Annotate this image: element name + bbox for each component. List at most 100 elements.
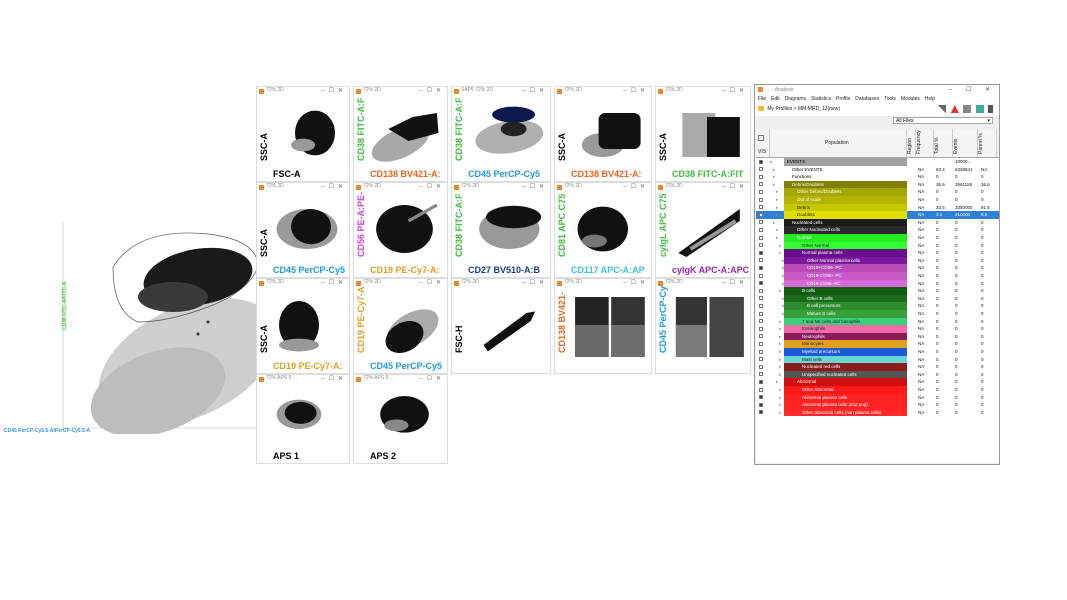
table-row[interactable]: ▸ Other EVENTS NA 63.4 6338841 NA — [756, 165, 999, 174]
visibility-checkbox[interactable] — [759, 182, 763, 187]
visibility-checkbox[interactable] — [759, 281, 763, 286]
column-region[interactable]: Region — [907, 129, 916, 157]
population-name[interactable]: CD19-CD56- PC — [784, 279, 907, 288]
alert-icon[interactable] — [950, 105, 959, 113]
expand-icon[interactable]: ▸ — [773, 173, 775, 181]
table-row[interactable]: ▸Other Normal plasma cellsNA000 — [756, 256, 999, 265]
table-row[interactable]: ▸CD19+CD56- PCNA000 — [756, 264, 999, 272]
column-events[interactable]: Events — [953, 129, 978, 157]
visibility-checkbox[interactable] — [759, 258, 763, 263]
window-title-bar[interactable]: ... - Analysis – ☐ ✕ — [755, 85, 999, 95]
panel-window-controls[interactable]: –☐✕ — [419, 279, 445, 286]
table-row[interactable]: ▸ Other Debris/Doublets NA 0 0 0 — [756, 188, 999, 196]
dot-plot-panel[interactable]: 72% 2D –☐✕ CD19 PE-Cy7-A: SSC-A — [256, 278, 350, 374]
panel-title-bar[interactable]: 72% 2D –☐✕ — [452, 183, 550, 192]
table-row[interactable]: ▸ Debris/Doublets NA 36.6 3661159 36.6 — [756, 180, 999, 189]
dot-plot-panel[interactable]: 72% 2D –☐✕ FSC-A SSC-A — [256, 86, 350, 182]
dot-plot-panel[interactable]: 72% 2D –☐✕ CD45 PerCP-Cy5 SSC-A — [256, 182, 350, 278]
visibility-checkbox[interactable] — [759, 387, 763, 392]
table-row[interactable]: ▸Other B cellsNA000 — [756, 294, 999, 303]
table-row[interactable]: ▸ Nucleated red cells NA 0 0 0 — [756, 363, 999, 371]
visibility-checkbox[interactable] — [759, 372, 763, 377]
visibility-checkbox[interactable] — [759, 364, 763, 369]
table-row[interactable]: ▸ Abnormal plasma cells NA 0 0 0 — [756, 393, 999, 402]
population-name[interactable]: B cells — [784, 287, 907, 295]
visibility-checkbox[interactable] — [759, 402, 763, 407]
menu-item-help[interactable]: Help — [925, 96, 935, 102]
population-name[interactable]: Other abnormal cells (non plasma cells) — [784, 408, 907, 417]
expand-icon[interactable]: ▸ — [776, 234, 778, 242]
panel-window-controls[interactable]: –☐✕ — [522, 279, 548, 286]
table-row[interactable]: ▸ T and NK cells and basophils NA 0 0 0 — [756, 317, 999, 326]
column-vis[interactable]: VIS — [756, 129, 770, 157]
visibility-checkbox[interactable] — [759, 235, 763, 240]
panel-title-bar[interactable]: 72% 2D –☐✕ — [257, 183, 349, 192]
expand-icon[interactable]: ▸ — [779, 340, 781, 348]
population-name[interactable]: Debris — [784, 203, 907, 212]
visibility-checkbox[interactable] — [759, 212, 763, 217]
expand-icon[interactable]: ▸ — [773, 219, 775, 227]
file-filter-select[interactable]: All Files ▾ — [893, 117, 993, 124]
population-name[interactable]: Debris/Doublets — [784, 180, 907, 189]
expand-icon[interactable]: ▸ — [770, 158, 772, 166]
population-name[interactable]: Mast cells — [784, 355, 907, 364]
table-row[interactable]: ▸ Functions NA 0 0 0 — [756, 173, 999, 181]
population-name[interactable]: Other Nucleated cells — [784, 226, 907, 234]
population-name[interactable]: Other EVENTS — [784, 165, 907, 174]
panel-title-bar[interactable]: 72% 2D –☐✕ — [656, 279, 750, 288]
population-name[interactable]: CD19+CD56- PC — [784, 264, 907, 272]
expand-icon[interactable]: ▸ — [773, 166, 775, 174]
breadcrumb-text[interactable]: My Profiles > MM-MRD_12(new) — [767, 106, 840, 112]
dot-plot-panel[interactable]: 72% 2D –☐✕ CD45 PerCP-Cy5 CD19 PE-Cy7-A — [353, 278, 448, 374]
table-row[interactable]: ▸ EVENTS 10000... — [756, 158, 999, 166]
panel-window-controls[interactable]: –☐✕ — [321, 183, 347, 190]
dot-plot-panel[interactable]: 72% 2D –☐✕ CD138 BV421-A: SSC-A — [554, 86, 652, 182]
expand-icon[interactable]: ▸ — [779, 401, 781, 409]
population-name[interactable]: Other Normal plasma cells — [784, 256, 907, 265]
visibility-checkbox[interactable] — [759, 311, 763, 316]
panel-window-controls[interactable]: –☐✕ — [623, 279, 649, 286]
table-row[interactable]: ▸ Unspecified nucleated cells NA 0 0 0 — [756, 370, 999, 379]
visibility-checkbox[interactable] — [759, 273, 763, 278]
expand-icon[interactable]: ▸ — [779, 325, 781, 333]
warning-icon[interactable] — [938, 105, 947, 113]
visibility-checkbox[interactable] — [759, 250, 763, 255]
panel-window-controls[interactable]: –☐✕ — [623, 183, 649, 190]
panel-window-controls[interactable]: –☐✕ — [522, 87, 548, 94]
visibility-checkbox[interactable] — [759, 357, 763, 362]
visibility-checkbox[interactable] — [759, 326, 763, 331]
expand-icon[interactable]: ▸ — [779, 242, 781, 250]
expand-icon[interactable]: ▸ — [779, 348, 781, 356]
population-table[interactable]: VIS Population Region Frequency Total % … — [756, 129, 999, 463]
table-row[interactable]: ▸ Mast cells NA 0 0 0 — [756, 355, 999, 364]
expand-icon[interactable]: ▸ — [779, 333, 781, 341]
visibility-checkbox[interactable] — [759, 379, 763, 384]
population-name[interactable]: Doublets — [784, 211, 907, 219]
expand-icon[interactable]: ▸ — [776, 204, 778, 212]
panel-window-controls[interactable]: –☐✕ — [419, 375, 445, 382]
menu-item-profile[interactable]: Profile — [836, 96, 850, 102]
expand-icon[interactable]: ▸ — [779, 394, 781, 402]
population-name[interactable]: B cell precursors — [784, 302, 907, 310]
sort-icon[interactable] — [988, 105, 993, 113]
population-name[interactable]: Monocytes — [784, 340, 907, 348]
table-row[interactable]: ▸ Abnormal plasma cells (2nd pop) NA 0 0 0 — [756, 401, 999, 409]
menu-item-databases[interactable]: Databases — [855, 96, 879, 102]
column-parent[interactable]: Parent % — [978, 129, 997, 157]
population-name[interactable]: Abnormal — [784, 378, 907, 386]
expand-icon[interactable]: ▸ — [773, 181, 775, 189]
visibility-checkbox[interactable] — [759, 288, 763, 293]
visibility-checkbox[interactable] — [759, 220, 763, 225]
panel-title-bar[interactable]: 72% 2D –☐✕ — [452, 279, 550, 288]
panel-title-bar[interactable]: 72% 2D –☐✕ — [656, 183, 750, 192]
visibility-checkbox[interactable] — [759, 159, 763, 164]
visibility-checkbox[interactable] — [759, 189, 763, 194]
panel-window-controls[interactable]: –☐✕ — [722, 183, 748, 190]
population-name[interactable]: Other Abnormal — [784, 386, 907, 394]
visibility-checkbox[interactable] — [759, 341, 763, 346]
population-name[interactable]: Myeloid precursors — [784, 348, 907, 356]
expand-icon[interactable]: ▸ — [776, 196, 778, 204]
expand-icon[interactable]: ▸ — [779, 409, 781, 417]
table-row[interactable]: ▸Mature B cellsNA000 — [756, 310, 999, 318]
window-controls[interactable]: – ☐ ✕ — [949, 85, 996, 95]
